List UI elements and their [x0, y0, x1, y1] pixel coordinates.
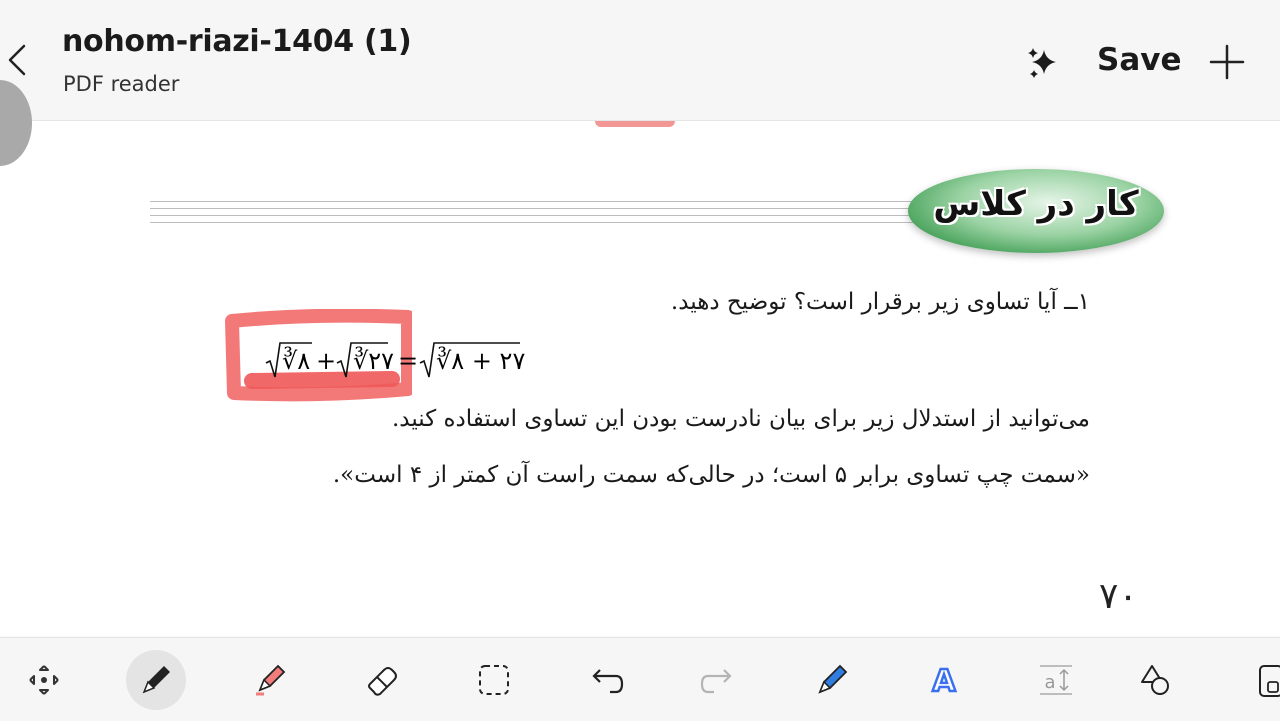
app-header: nohom-riazi-1404 (1) PDF reader Save: [0, 0, 1280, 121]
question-1-text: ۱ــ آیا تساوی زیر برقرار است؟ توضیح دهید…: [670, 289, 1090, 315]
annotation-toolbar: A a: [0, 637, 1280, 721]
blue-pen-icon[interactable]: [806, 654, 858, 706]
pdf-page[interactable]: کار در کلاس ۱ــ آیا تساوی زیر برقرار است…: [0, 121, 1280, 636]
formula-term-2: ∛۲۷: [353, 347, 395, 375]
formula-plus: +: [316, 347, 337, 375]
header-rule-lines: [150, 201, 930, 229]
cube-root-formula: ∛۸ + ∛۲۷ = ∛۸ + ۲۷: [262, 337, 532, 383]
back-icon[interactable]: [4, 40, 32, 80]
sparkle-icon[interactable]: [1024, 44, 1062, 82]
section-badge: کار در کلاس: [908, 169, 1164, 253]
redo-icon[interactable]: [692, 654, 744, 706]
undo-icon[interactable]: [580, 654, 632, 706]
section-badge-label: کار در کلاس: [933, 184, 1139, 224]
paragraph-reasoning: می‌توانید از استدلال زیر برای بیان نادرس…: [391, 406, 1090, 432]
formula-equals: =: [398, 347, 419, 375]
paragraph-quote: «سمت چپ تساوی برابر ۵ است؛ در حالی‌که سم…: [332, 462, 1090, 488]
annotation-stroke: [595, 121, 675, 127]
lasso-icon[interactable]: [468, 654, 520, 706]
text-style-icon[interactable]: A: [918, 654, 970, 706]
eraser-icon[interactable]: [356, 654, 408, 706]
app-subtitle: PDF reader: [63, 72, 180, 96]
page-number: ۷۰: [1099, 576, 1138, 617]
formula-right-side: ∛۸ + ۲۷: [436, 347, 526, 375]
highlighter-icon[interactable]: [244, 654, 296, 706]
more-icon[interactable]: [1236, 654, 1280, 706]
svg-text:A: A: [932, 664, 956, 699]
formula-term-1: ∛۸: [282, 347, 311, 375]
svg-text:a: a: [1044, 672, 1055, 693]
shapes-icon[interactable]: [1130, 654, 1182, 706]
plus-icon[interactable]: [1209, 44, 1245, 80]
move-icon[interactable]: [18, 654, 70, 706]
save-button[interactable]: Save: [1097, 42, 1181, 78]
text-box-icon[interactable]: a: [1030, 654, 1082, 706]
pen-icon[interactable]: [126, 650, 186, 710]
document-title: nohom-riazi-1404 (1): [62, 24, 412, 59]
